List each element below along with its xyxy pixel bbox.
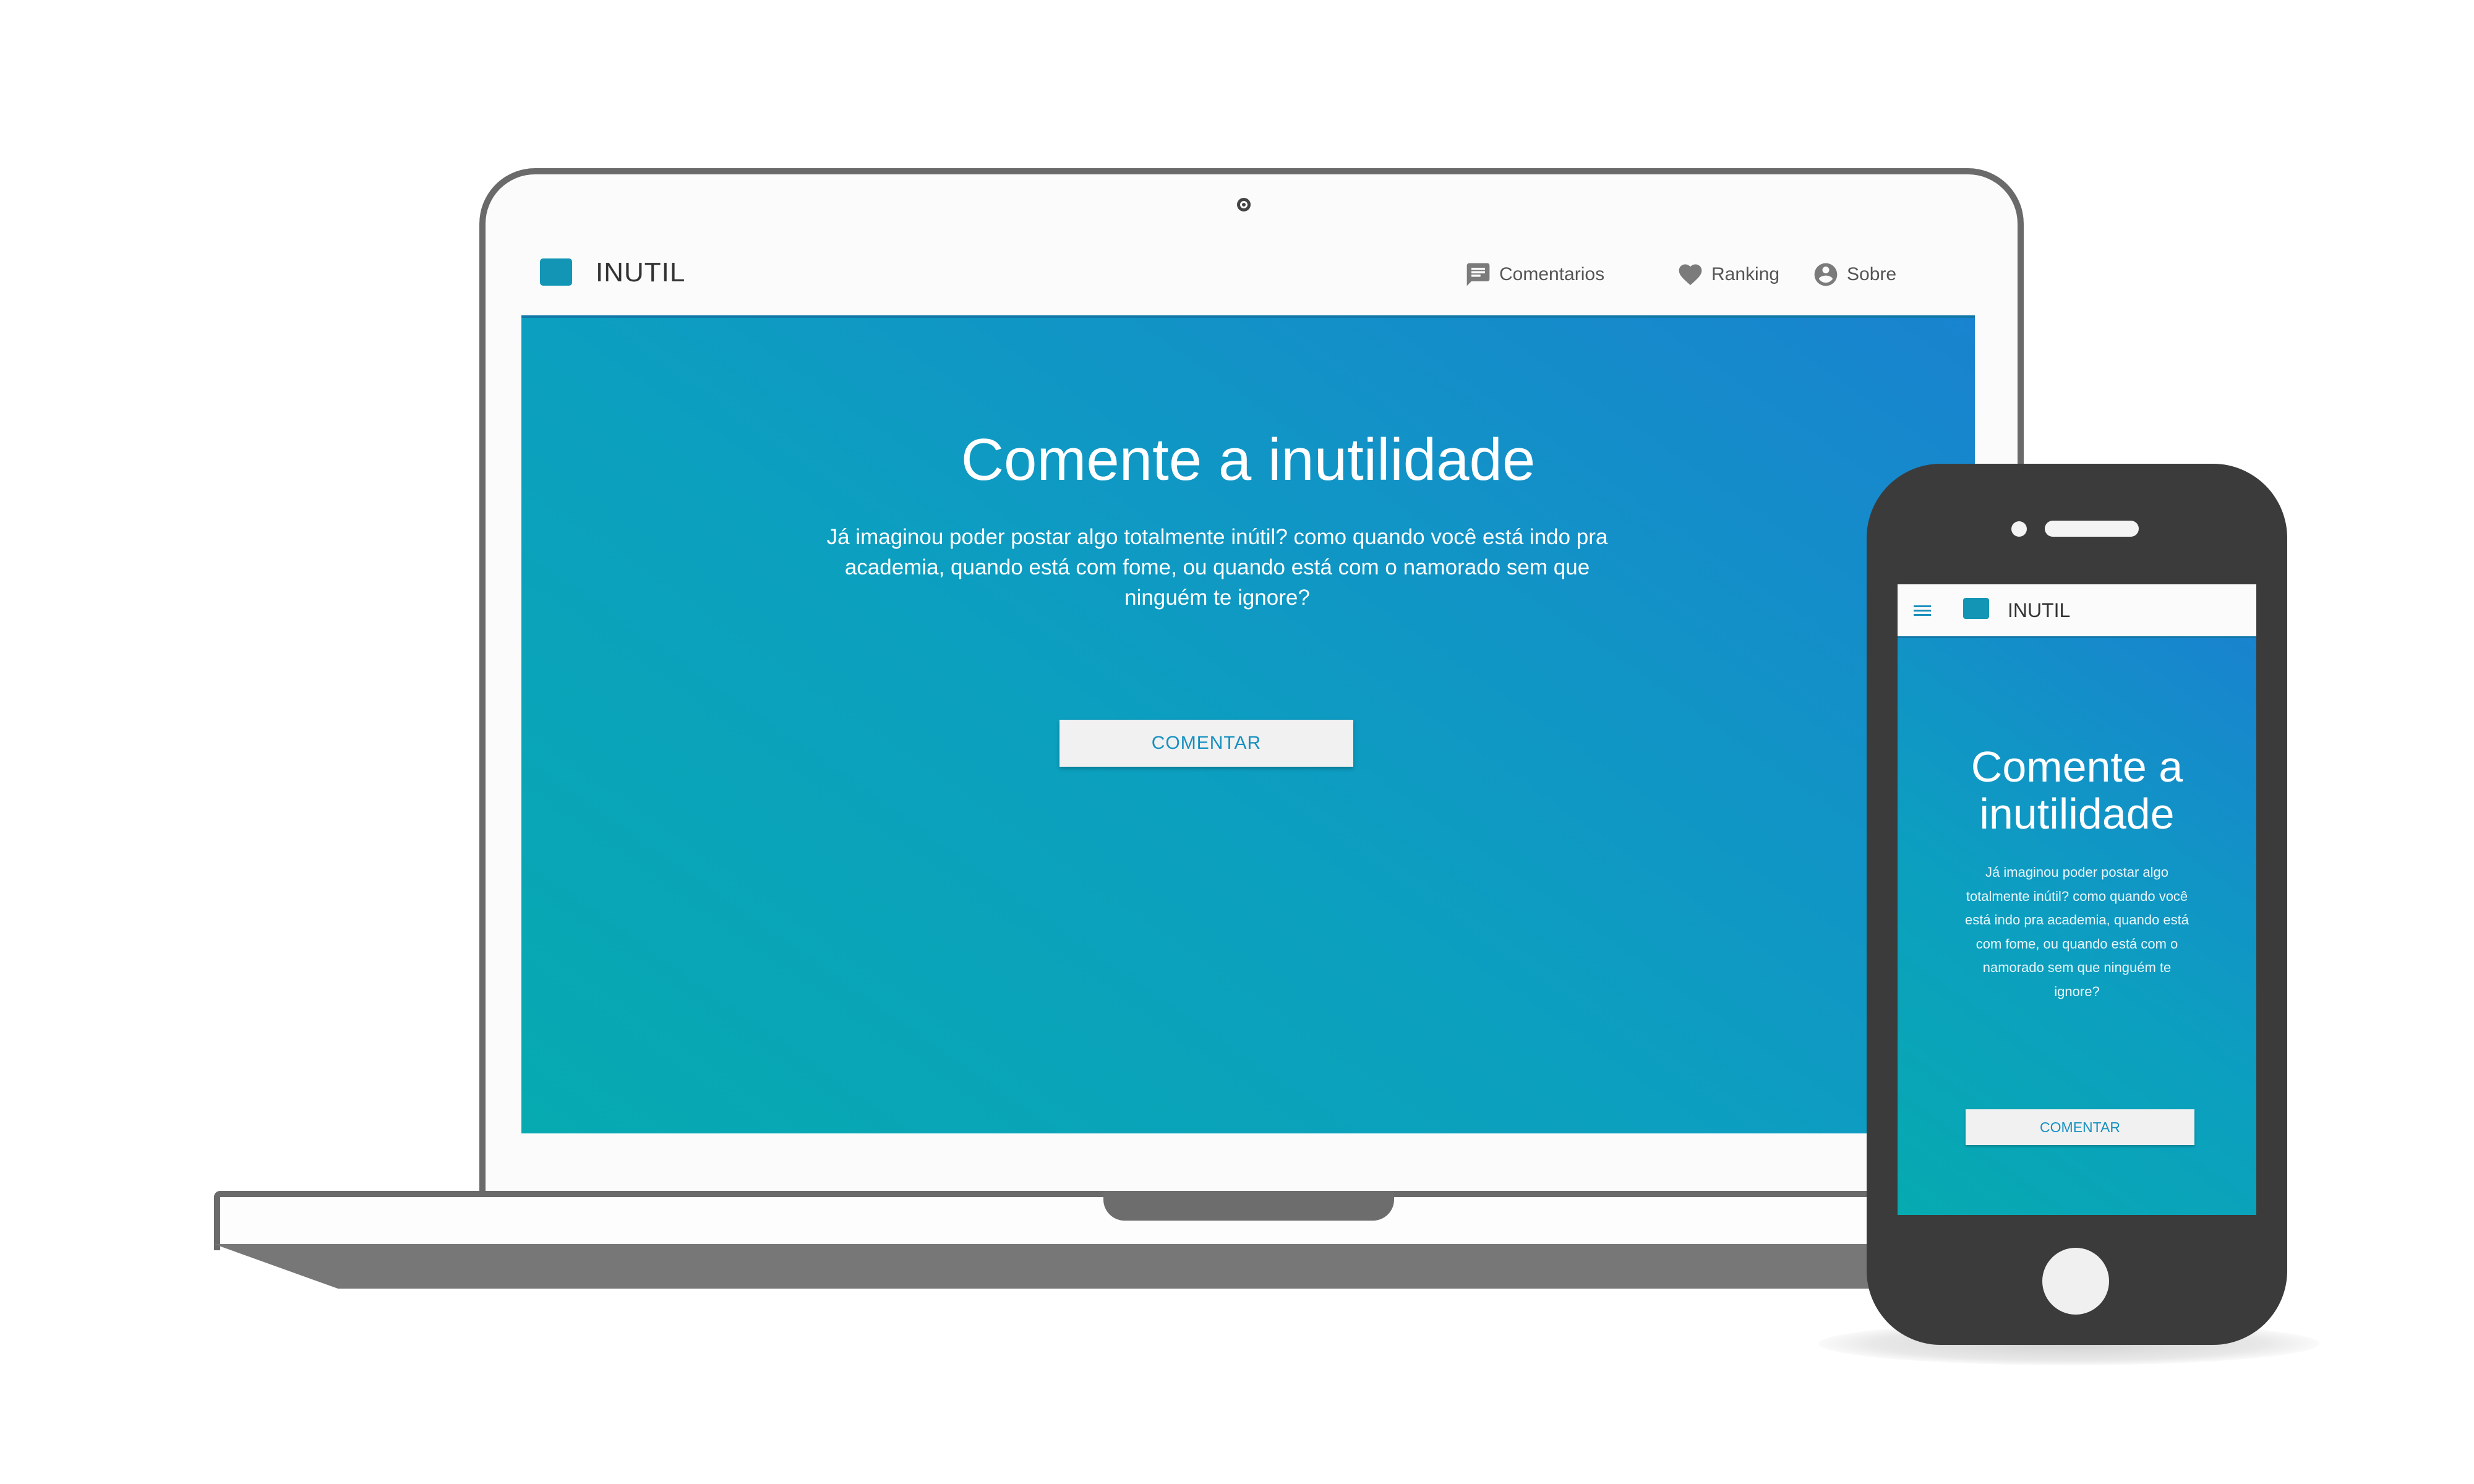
phone-camera bbox=[2011, 521, 2027, 537]
nav-item-sobre[interactable]: Sobre bbox=[1812, 261, 1896, 288]
nav-item-comentarios[interactable]: Comentarios bbox=[1465, 261, 1604, 288]
hero-title: Comente a inutilidade bbox=[961, 427, 1536, 493]
brand-chat-icon[interactable] bbox=[1963, 598, 1989, 619]
comment-icon bbox=[1466, 263, 1490, 286]
desktop-navbar: INUTIL Comentarios Ranking Sobre bbox=[521, 234, 1975, 315]
phone-speaker bbox=[2045, 521, 2139, 537]
brand-name[interactable]: INUTIL bbox=[2008, 599, 2070, 622]
brand-chat-icon[interactable] bbox=[540, 258, 572, 286]
laptop-screen: INUTIL Comentarios Ranking Sobre Comente… bbox=[521, 234, 1975, 1133]
laptop-notch bbox=[1103, 1191, 1394, 1221]
phone-home-button bbox=[2042, 1248, 2109, 1315]
heart-icon bbox=[1679, 264, 1702, 286]
mobile-comentar-button[interactable]: COMENTAR bbox=[1966, 1109, 2194, 1145]
nav-label: Ranking bbox=[1711, 264, 1780, 284]
brand-name[interactable]: INUTIL bbox=[596, 257, 685, 288]
comentar-button[interactable]: COMENTAR bbox=[1059, 720, 1353, 767]
nav-label: Comentarios bbox=[1499, 264, 1605, 284]
hero-section: Comente a inutilidade Já imaginou poder … bbox=[521, 315, 1975, 1133]
mobile-hero-description: Já imaginou poder postar algo totalmente… bbox=[1964, 864, 2189, 999]
phone-screen: INUTIL Comente a inutilidade Já imaginou… bbox=[1898, 584, 2256, 1215]
mobile-hero-title: Comente a inutilidade bbox=[1971, 743, 2183, 838]
hero-description: Já imaginou poder postar algo totalmente… bbox=[826, 525, 1608, 610]
laptop-camera bbox=[1237, 198, 1251, 211]
nav-label: Sobre bbox=[1847, 264, 1897, 284]
mobile-navbar: INUTIL bbox=[1898, 584, 2256, 636]
nav-item-ranking[interactable]: Ranking bbox=[1677, 261, 1779, 288]
mobile-hero-section: Comente a inutilidade Já imaginou poder … bbox=[1898, 636, 2256, 1215]
account-circle-icon bbox=[1814, 263, 1838, 286]
hamburger-menu-icon[interactable] bbox=[1914, 605, 1931, 616]
